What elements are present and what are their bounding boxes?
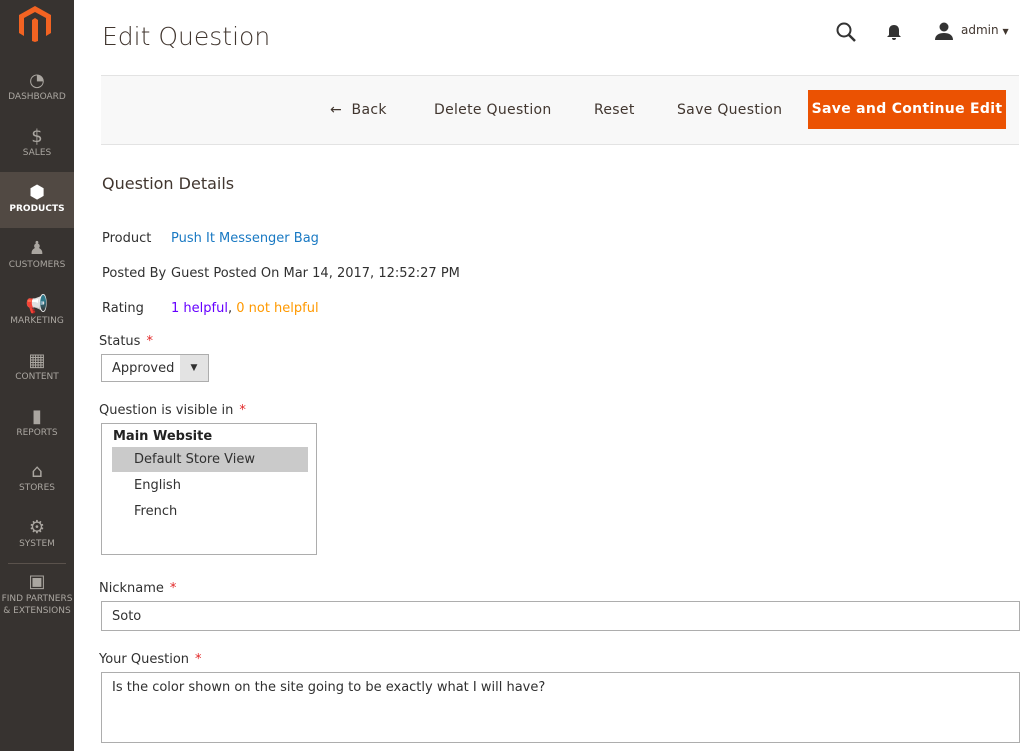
sidebar-item-stores[interactable]: ⌂ STORES [0,451,74,507]
sidebar-item-label: PRODUCTS [9,204,65,214]
posted-by-label: Posted By [102,266,167,281]
bar-chart-icon: ▮ [32,406,42,427]
megaphone-icon: 📢 [25,294,49,315]
helpful-count: 1 helpful [171,301,228,316]
required-marker: * [195,652,202,667]
bell-icon[interactable] [886,24,902,46]
posted-by-value: Guest Posted On Mar 14, 2017, 12:52:27 P… [171,266,460,281]
option-french[interactable]: French [112,499,308,524]
person-icon: ♟ [28,238,46,259]
back-button[interactable]: ← Back [330,102,387,118]
product-link[interactable]: Push It Messenger Bag [171,231,319,246]
delete-question-button[interactable]: Delete Question [434,102,552,118]
sidebar: ◔ DASHBOARD $ SALES ⬢ PRODUCTS ♟ CUSTOMERS 📢 MARK… [0,0,74,751]
visible-in-label: Question is visible in * [99,403,246,418]
save-and-continue-button[interactable]: Save and Continue Edit [808,90,1006,129]
magento-logo[interactable] [19,6,51,46]
status-select[interactable]: Approved ▼ [101,354,209,382]
page-actions-toolbar: ← Back Delete Question Reset Save Questi… [101,75,1019,145]
nickname-input[interactable]: Soto [101,601,1020,631]
status-value: Approved [112,361,175,376]
chevron-down-icon: ▼ [1002,27,1009,36]
sidebar-item-products[interactable]: ⬢ PRODUCTS [0,172,74,228]
separator: , [227,301,233,316]
required-marker: * [169,581,177,596]
dashboard-icon: ◔ [29,70,45,91]
gear-icon: ⚙ [28,517,46,538]
lego-icon: ▣ [28,571,46,592]
back-label: Back [351,102,387,118]
option-english[interactable]: English [112,473,308,498]
sidebar-item-label: SYSTEM [19,539,55,549]
sidebar-item-label: MARKETING [10,316,64,326]
chevron-down-icon: ▼ [180,355,208,381]
visible-in-multiselect[interactable]: Main Website Default Store View English … [101,423,317,555]
sidebar-item-label: REPORTS [16,428,58,438]
sidebar-item-label: FIND PARTNERS & EXTENSIONS [1,594,73,616]
sidebar-item-dashboard[interactable]: ◔ DASHBOARD [0,60,74,116]
box-icon: ⬢ [29,182,45,203]
user-menu[interactable]: admin ▼ [961,23,1009,37]
required-marker: * [239,403,246,418]
required-marker: * [146,334,153,349]
status-label: Status * [99,334,153,349]
reset-button[interactable]: Reset [594,102,635,118]
storefront-icon: ⌂ [31,461,43,482]
not-helpful-count: 0 not helpful [236,301,319,316]
sidebar-item-label: CUSTOMERS [8,260,66,270]
user-icon[interactable] [934,22,954,45]
sidebar-item-content[interactable]: ▦ CONTENT [0,340,74,396]
dollar-icon: $ [31,126,43,147]
sidebar-item-customers[interactable]: ♟ CUSTOMERS [0,228,74,284]
section-heading: Question Details [102,174,235,193]
sidebar-item-label: STORES [19,483,55,493]
rating-label: Rating [102,301,144,316]
option-group-main-website: Main Website [113,429,213,444]
save-question-button[interactable]: Save Question [677,102,782,118]
username: admin [961,23,999,37]
product-label: Product [102,231,152,246]
sidebar-item-reports[interactable]: ▮ REPORTS [0,396,74,452]
nickname-label: Nickname * [99,581,177,596]
page-title: Edit Question [102,22,271,51]
sidebar-item-label: DASHBOARD [8,92,66,102]
sidebar-item-label: SALES [22,148,52,158]
question-textarea[interactable]: Is the color shown on the site going to … [101,672,1020,743]
sidebar-item-label: CONTENT [15,372,59,382]
arrow-left-icon: ← [330,102,343,118]
sidebar-divider [8,563,66,564]
layout-icon: ▦ [28,350,46,371]
your-question-label: Your Question * [99,652,202,667]
sidebar-item-sales[interactable]: $ SALES [0,116,74,172]
option-default-store-view[interactable]: Default Store View [112,447,308,472]
sidebar-item-system[interactable]: ⚙ SYSTEM [0,507,74,563]
sidebar-item-marketing[interactable]: 📢 MARKETING [0,284,74,340]
sidebar-item-find[interactable]: ▣ FIND PARTNERS & EXTENSIONS [0,567,74,623]
search-icon[interactable] [836,22,856,47]
